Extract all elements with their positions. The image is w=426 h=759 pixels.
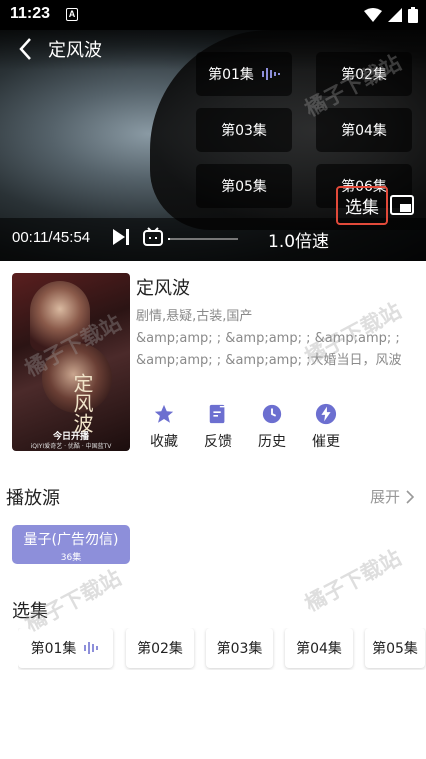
overlay-episode-item[interactable]: 第04集 [316, 108, 412, 152]
status-time: 11:23 [10, 5, 51, 22]
expand-button[interactable]: 展开 [370, 486, 415, 507]
feedback-button[interactable]: 反馈 [194, 400, 242, 451]
back-button[interactable] [18, 36, 40, 62]
episodes-button[interactable]: 选集 [336, 186, 388, 225]
danmaku-icon[interactable] [142, 227, 164, 247]
bolt-icon [315, 403, 337, 425]
speed-button[interactable]: 1.0倍速 [268, 227, 329, 252]
action-bar: 收藏 反馈 历史 催更 [140, 400, 360, 450]
watermark: 橘子下载站 [300, 545, 405, 617]
battery-icon [408, 7, 418, 23]
chevron-right-icon [406, 489, 415, 504]
expand-label: 展开 [370, 488, 401, 506]
source-chip[interactable]: 量子(广告勿信) 36集 [12, 525, 130, 564]
player-title: 定风波 [48, 40, 102, 61]
episode-list[interactable]: 第01集 第02集 第03集 第04集 第05集 [18, 628, 426, 670]
overlay-episode-item[interactable]: 第05集 [196, 164, 292, 208]
poster-brands: iQIYI爱奇艺 · 优酷 · 中国蓝TV [30, 443, 112, 450]
episode-item[interactable]: 第04集 [285, 628, 353, 668]
status-icons [364, 6, 418, 24]
star-icon [154, 404, 174, 423]
notification-a-icon: A [66, 8, 78, 21]
progress-fill [168, 238, 170, 240]
status-bar: 11:23 A [0, 0, 426, 30]
next-episode-icon[interactable] [111, 227, 131, 247]
playing-indicator-icon [261, 68, 280, 80]
history-button[interactable]: 历史 [248, 400, 296, 451]
poster-logo: 定风波 [70, 373, 94, 433]
overlay-episode-item[interactable]: 第03集 [196, 108, 292, 152]
playing-indicator-icon [84, 642, 99, 654]
episode-item[interactable]: 第02集 [126, 628, 194, 668]
show-tags: 剧情,悬疑,古装,国产 [136, 309, 253, 324]
time-readout: 00:11/45:54 [12, 229, 91, 246]
edit-icon [209, 404, 226, 424]
picture-in-picture-icon[interactable] [390, 194, 414, 216]
overlay-episode-item[interactable]: 第01集 [196, 52, 292, 96]
progress-bar[interactable] [168, 238, 238, 240]
favorite-button[interactable]: 收藏 [140, 400, 188, 451]
source-name: 量子(广告勿信) [23, 532, 119, 548]
source-episode-count: 36集 [60, 553, 82, 563]
wifi-icon [364, 8, 382, 22]
chevron-left-icon [19, 38, 31, 60]
show-title: 定风波 [136, 278, 190, 299]
urge-update-button[interactable]: 催更 [302, 400, 350, 451]
source-heading: 播放源 [6, 488, 60, 509]
episode-item[interactable]: 第03集 [206, 628, 273, 668]
signal-icon [388, 8, 402, 22]
episode-item[interactable]: 第05集 [365, 628, 425, 668]
clock-icon [262, 404, 282, 424]
